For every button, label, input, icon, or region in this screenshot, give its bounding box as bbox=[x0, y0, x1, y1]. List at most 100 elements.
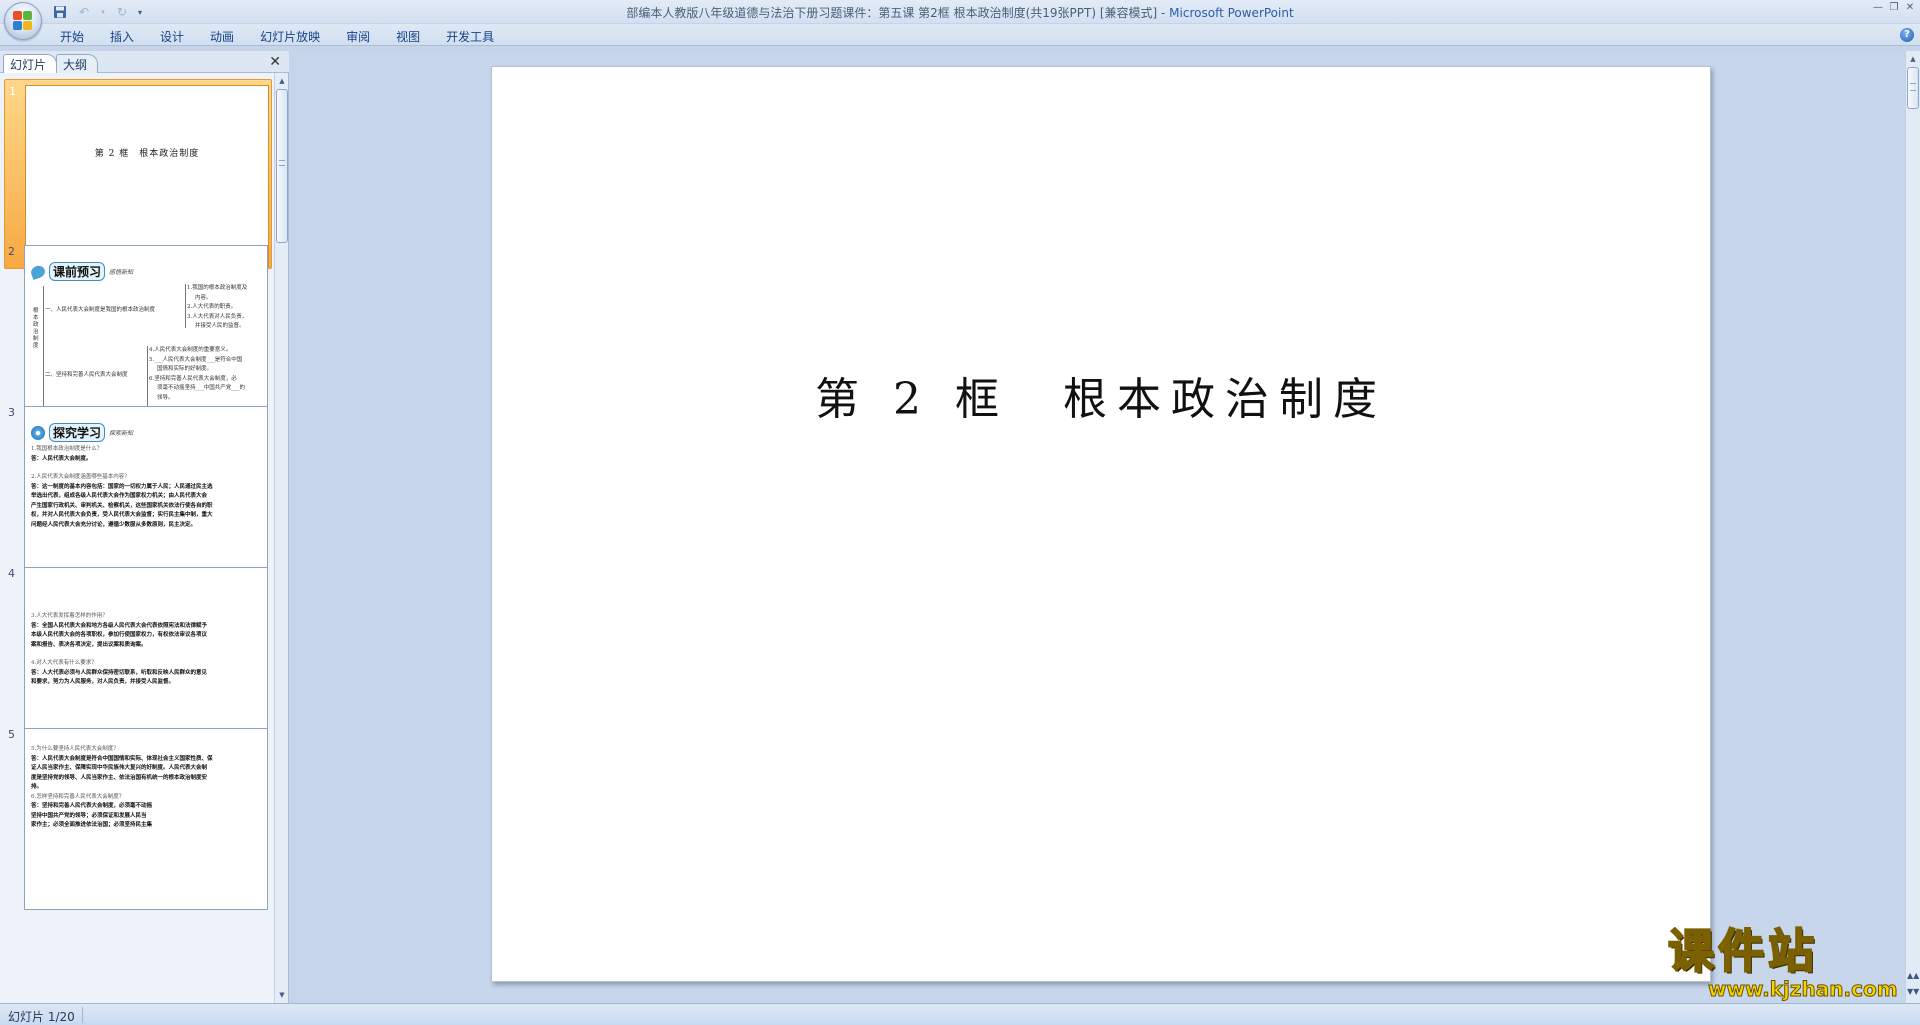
answer-line: 证人民当家作主、保障实现中华民族伟大复兴的好制度。人民代表大会制 bbox=[31, 765, 208, 771]
grip-icon bbox=[279, 160, 285, 166]
slide-thumbnail-5[interactable]: 5 5.为什么要坚持人民代表大会制度？ 答：人民代表大会制度是符合中国国情和实际… bbox=[4, 723, 272, 913]
answer-line: 度是坚持党的领导、人民当家作主、依法治国有机统一的根本政治制度安 bbox=[31, 774, 208, 781]
answer-line: 答：坚持和完善人民代表大会制度，必须毫不动摇 bbox=[31, 803, 153, 809]
close-window-icon[interactable]: ✕ bbox=[1904, 2, 1916, 14]
flower-icon bbox=[31, 425, 45, 440]
thumbnail-body: 1.我国根本政治制度是什么？ 答：人民代表大会制度。 2.人民代表大会制度涵盖哪… bbox=[31, 445, 265, 530]
question-line: 1.我国根本政治制度是什么？ bbox=[31, 446, 103, 452]
slide-canvas[interactable]: 第 2 框 根本政治制度 bbox=[491, 66, 1711, 982]
answer-line: 本级人民代表大会的各项职权，参加行使国家权力，有权依法审议各项议 bbox=[31, 632, 208, 638]
header-tag: 探索新知 bbox=[109, 430, 134, 437]
thumbnail-body: 3.人大代表发挥着怎样的作用？ 答：全国人民代表大会和地方各级人民代表大会代表依… bbox=[31, 612, 265, 688]
list-item: 6.坚持和完善人民代表大会制度，必 bbox=[149, 375, 237, 382]
thumbnail-title: 第 2 框 根本政治制度 bbox=[94, 149, 200, 159]
close-icon[interactable]: ✕ bbox=[269, 54, 281, 70]
mindmap-items: 1.我国的根本政治制度及 内容。 2.人大代表的职责。 3.人大代表对人民负责，… bbox=[187, 284, 267, 332]
pane-tab-slides[interactable]: 幻灯片 bbox=[3, 54, 58, 73]
window-controls: — ❐ ✕ bbox=[1872, 2, 1916, 14]
question-line: 4.对人大代表有什么要求？ bbox=[31, 660, 97, 666]
question-line: 5.为什么要坚持人民代表大会制度？ bbox=[31, 746, 119, 752]
list-item: 国情和实际的好制度。 bbox=[157, 366, 213, 372]
answer-line: 排。 bbox=[31, 784, 43, 790]
list-item: 须毫不动摇坚持___中国共产党___的 bbox=[157, 385, 246, 391]
ribbon-tabs: 开始 插入 设计 动画 幻灯片放映 审阅 视图 开发工具 bbox=[60, 28, 494, 45]
slide-title[interactable]: 第 2 框 根本政治制度 bbox=[492, 363, 1710, 427]
thumbnail-header: 课前预习 感悟新知 bbox=[29, 262, 134, 281]
restore-icon[interactable]: ❐ bbox=[1888, 2, 1900, 14]
question-line: 3.人大代表发挥着怎样的作用？ bbox=[31, 613, 108, 619]
list-item: 4.人民代表大会制度的重要意义。 bbox=[149, 347, 232, 353]
title-separator: - bbox=[1157, 6, 1170, 20]
answer-line: 答：人大代表必须与人民群众保持密切联系，听取和反映人民群众的意见 bbox=[31, 669, 208, 676]
help-icon[interactable]: ? bbox=[1900, 28, 1914, 42]
slide-preview: 5.为什么要坚持人民代表大会制度？ 答：人民代表大会制度是符合中国国情和实际、体… bbox=[24, 728, 268, 910]
tab-animations[interactable]: 动画 bbox=[210, 28, 234, 45]
answer-line: 权，并对人民代表大会负责，受人民代表大会监督；实行民主集中制，重大 bbox=[31, 512, 213, 518]
slide-editing-area: 第 2 框 根本政治制度 bbox=[297, 51, 1905, 1003]
ribbon: 开始 插入 设计 动画 幻灯片放映 审阅 视图 开发工具 ? bbox=[0, 24, 1920, 46]
tab-design[interactable]: 设计 bbox=[160, 28, 184, 45]
slide-preview: 课前预习 感悟新知 根本政治制度 一、人民代表大会制度是我国的根本政治制度 二、… bbox=[24, 245, 268, 427]
slide-number: 1 bbox=[9, 85, 16, 98]
list-item: 3.人大代表对人民负责， bbox=[187, 313, 248, 320]
header-label: 课前预习 bbox=[49, 262, 106, 281]
window-title: 部编本人教版八年级道德与法治下册习题课件：第五课 第2框 根本政治制度(共19张… bbox=[0, 4, 1920, 21]
slide-preview: 3.人大代表发挥着怎样的作用？ 答：全国人民代表大会和地方各级人民代表大会代表依… bbox=[24, 567, 268, 749]
mindmap-branch: 二、坚持和完善人民代表大会制度 bbox=[45, 372, 128, 378]
answer-line: 答：人民代表大会制度。 bbox=[31, 455, 92, 462]
tab-developer[interactable]: 开发工具 bbox=[446, 28, 494, 45]
mindmap-items: 4.人民代表大会制度的重要意义。 5.___人民代表大会制度___是符合中国 国… bbox=[149, 346, 267, 403]
tab-home[interactable]: 开始 bbox=[60, 28, 84, 45]
slide-scrollbar[interactable]: ▲ ▲▲ ▼▼ bbox=[1905, 51, 1920, 1003]
status-divider bbox=[82, 1007, 83, 1023]
watermark-url: www.kjzhan.com bbox=[1708, 977, 1899, 1001]
list-item: 1.我国的根本政治制度及 bbox=[187, 285, 248, 291]
mindmap-bracket bbox=[43, 286, 44, 406]
tab-slide-show[interactable]: 幻灯片放映 bbox=[260, 28, 320, 45]
pane-tab-outline[interactable]: 大纲 bbox=[56, 54, 99, 73]
mindmap-branch: 一、人民代表大会制度是我国的根本政治制度 bbox=[45, 307, 156, 313]
tab-view[interactable]: 视图 bbox=[396, 28, 420, 45]
header-label: 探究学习 bbox=[49, 423, 106, 442]
answer-line: 产生国家行政机关、审判机关、检察机关，这些国家机关依法行使各自的职 bbox=[31, 502, 213, 509]
answer-line: 答：全国人民代表大会和地方各级人民代表大会代表依照宪法和法律赋予 bbox=[31, 622, 208, 629]
list-item: 并接受人民的监督。 bbox=[195, 323, 245, 329]
watermark-logo: 课件站 www.kjzhan.com bbox=[1667, 923, 1899, 1002]
tab-insert[interactable]: 插入 bbox=[110, 28, 134, 45]
answer-line: 问题经人民代表大会充分讨论，遵循少数服从多数原则，民主决定。 bbox=[31, 521, 197, 528]
title-bar: ↶ ▾ ↻ ▾ 部编本人教版八年级道德与法治下册习题课件：第五课 第2框 根本政… bbox=[0, 0, 1920, 24]
list-item: 2.人大代表的职责。 bbox=[187, 304, 237, 310]
list-item: 5.___人民代表大会制度___是符合中国 bbox=[149, 356, 243, 363]
answer-line: 坚持中国共产党的领导；必须保证和发展人民当 bbox=[31, 812, 147, 819]
scrollbar-thumb[interactable] bbox=[276, 89, 288, 243]
pane-tabs: 幻灯片 大纲 ✕ bbox=[0, 51, 289, 73]
pane-scrollbar[interactable]: ▲ ▼ bbox=[274, 73, 288, 1003]
leaf-icon bbox=[29, 263, 47, 280]
scroll-up-icon[interactable]: ▲ bbox=[276, 75, 288, 87]
next-slide-icon[interactable]: ▼▼ bbox=[1907, 985, 1919, 999]
scrollbar-thumb[interactable] bbox=[1907, 67, 1919, 109]
office-button[interactable] bbox=[4, 2, 42, 40]
thumbnail-list: 1 第 2 框 根本政治制度 2 课前预习 感悟新知 根本政治制度 一、人民代表… bbox=[0, 79, 276, 1003]
slide-indicator: 幻灯片 1/20 bbox=[8, 1010, 75, 1024]
question-line: 2.人民代表大会制度涵盖哪些基本内容？ bbox=[31, 474, 130, 480]
document-title: 部编本人教版八年级道德与法治下册习题课件：第五课 第2框 根本政治制度(共19张… bbox=[626, 6, 1158, 20]
scroll-down-icon[interactable]: ▼ bbox=[276, 989, 288, 1001]
app-name: Microsoft PowerPoint bbox=[1169, 6, 1294, 20]
slide-number: 3 bbox=[8, 406, 15, 419]
thumbnail-header: 探究学习 探索新知 bbox=[31, 423, 133, 442]
answer-line: 家作主；必须全面推进依法治国；必须坚持民主集 bbox=[31, 822, 153, 828]
watermark-brand: 课件站 bbox=[1667, 923, 1818, 979]
slide-number: 2 bbox=[8, 245, 15, 258]
header-tag: 感悟新知 bbox=[109, 269, 134, 276]
minimize-icon[interactable]: — bbox=[1872, 2, 1884, 14]
scroll-up-icon[interactable]: ▲ bbox=[1907, 53, 1919, 65]
slide-number: 4 bbox=[8, 567, 15, 580]
answer-line: 答：这一制度的基本内容包括：国家的一切权力属于人民；人民通过民主选 bbox=[31, 483, 213, 490]
mindmap-root: 根本政治制度 bbox=[33, 308, 39, 349]
previous-slide-icon[interactable]: ▲▲ bbox=[1907, 969, 1919, 983]
tab-review[interactable]: 审阅 bbox=[346, 28, 370, 45]
question-line: 6.怎样坚持和完善人民代表大会制度？ bbox=[31, 793, 125, 800]
